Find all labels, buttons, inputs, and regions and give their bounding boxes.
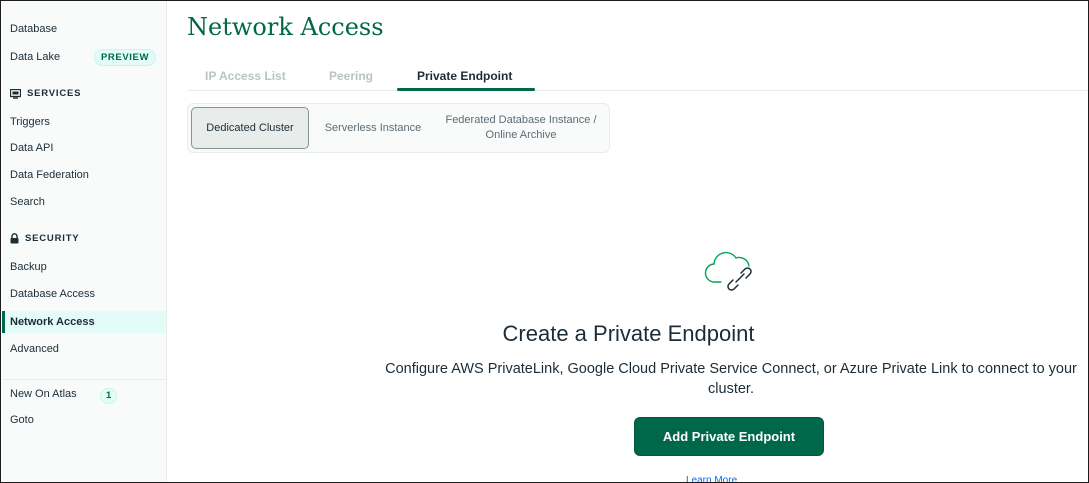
sidebar-item-backup[interactable]: Backup xyxy=(10,261,47,273)
security-section-heading: SECURITY xyxy=(10,233,79,244)
tab-ip-access-list[interactable]: IP Access List xyxy=(205,69,286,83)
sidebar-item-database-access[interactable]: Database Access xyxy=(10,288,95,300)
sidebar-item-data-federation[interactable]: Data Federation xyxy=(10,169,89,181)
page-title: Network Access xyxy=(187,13,384,41)
sidebar-item-network-access[interactable]: Network Access xyxy=(2,311,166,333)
active-tab-indicator xyxy=(397,88,535,91)
app-window: Database Data Lake PREVIEW SERVICES Trig… xyxy=(0,0,1089,483)
sidebar-item-database[interactable]: Database xyxy=(10,23,57,35)
preview-badge: PREVIEW xyxy=(94,49,157,66)
sidebar-item-data-lake[interactable]: Data Lake xyxy=(10,51,60,63)
sidebar-item-triggers[interactable]: Triggers xyxy=(10,116,50,128)
segment-dedicated-cluster[interactable]: Dedicated Cluster xyxy=(191,107,309,149)
sidebar-divider xyxy=(2,379,166,380)
segment-federated-database[interactable]: Federated Database Instance / Online Arc… xyxy=(436,107,606,149)
sidebar-item-data-api[interactable]: Data API xyxy=(10,142,53,154)
lock-icon xyxy=(10,233,19,244)
new-count-badge: 1 xyxy=(100,388,118,404)
empty-state-title: Create a Private Endpoint xyxy=(502,321,755,346)
learn-more-link[interactable]: Learn More xyxy=(686,475,737,482)
services-section-heading: SERVICES xyxy=(10,88,81,99)
sidebar-item-search[interactable]: Search xyxy=(10,196,45,208)
sidebar-item-advanced[interactable]: Advanced xyxy=(10,343,59,355)
segment-serverless-instance[interactable]: Serverless Instance xyxy=(314,107,432,149)
cloud-link-icon xyxy=(704,251,752,291)
sidebar-item-goto[interactable]: Goto xyxy=(10,414,34,426)
tab-private-endpoint[interactable]: Private Endpoint xyxy=(417,69,512,83)
services-icon xyxy=(10,88,21,99)
tab-bar: IP Access List Peering Private Endpoint xyxy=(187,61,1088,91)
security-heading-label: SECURITY xyxy=(25,233,80,244)
sidebar: Database Data Lake PREVIEW SERVICES Trig… xyxy=(2,1,167,482)
tab-peering[interactable]: Peering xyxy=(329,69,373,83)
cluster-type-selector: Dedicated Cluster Serverless Instance Fe… xyxy=(187,103,610,153)
services-heading-label: SERVICES xyxy=(27,88,82,99)
empty-state-description: Configure AWS PrivateLink, Google Cloud … xyxy=(385,361,1077,397)
add-private-endpoint-button[interactable]: Add Private Endpoint xyxy=(634,417,824,456)
sidebar-item-new-on-atlas[interactable]: New On Atlas xyxy=(10,388,77,400)
